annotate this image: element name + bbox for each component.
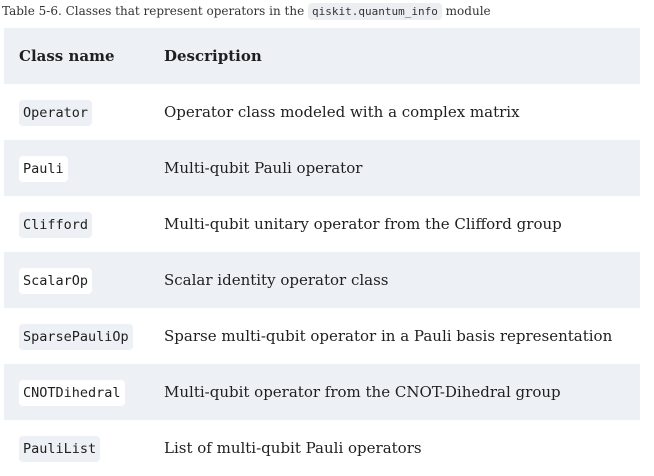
class-name: SparsePauliOp — [19, 324, 133, 350]
class-name-cell: ScalarOp — [4, 252, 164, 308]
table-row: PauliList List of multi-qubit Pauli opera… — [4, 420, 640, 476]
table-row: CNOTDihedral Multi-qubit operator from th… — [4, 364, 640, 420]
class-name: Operator — [19, 100, 93, 126]
caption-suffix: module — [441, 4, 491, 18]
caption-text: Table 5-6. Classes that represent operat… — [2, 4, 309, 18]
description-cell: Multi-qubit unitary operator from the Cl… — [164, 215, 562, 233]
class-name-cell: Pauli — [4, 140, 164, 196]
table-row: ScalarOp Scalar identity operator class — [4, 252, 640, 308]
table-row: SparsePauliOp Sparse multi-qubit operator… — [4, 308, 640, 364]
table-row: Clifford Multi-qubit unitary operator fro… — [4, 196, 640, 252]
table-row: Pauli Multi-qubit Pauli operator — [4, 140, 640, 196]
class-name-cell: Operator — [4, 84, 164, 140]
header-description: Description — [164, 47, 262, 65]
description-cell: Operator class modeled with a complex ma… — [164, 103, 520, 121]
class-name-cell: PauliList — [4, 420, 164, 476]
description-cell: Sparse multi-qubit operator in a Pauli b… — [164, 327, 613, 345]
table-header-row: Class name Description — [4, 28, 640, 84]
class-name-cell: CNOTDihedral — [4, 364, 164, 420]
operators-table: Class name Description Operator Operator … — [4, 28, 640, 476]
table-caption: Table 5-6. Classes that represent operat… — [2, 3, 491, 20]
class-name: CNOTDihedral — [19, 380, 125, 406]
table-row: Operator Operator class modeled with a co… — [4, 84, 640, 140]
class-name-cell: Clifford — [4, 196, 164, 252]
description-cell: Multi-qubit operator from the CNOT-Dihed… — [164, 383, 561, 401]
description-cell: Multi-qubit Pauli operator — [164, 159, 363, 177]
description-cell: List of multi-qubit Pauli operators — [164, 439, 422, 457]
description-cell: Scalar identity operator class — [164, 271, 389, 289]
class-name-cell: SparsePauliOp — [4, 308, 164, 364]
class-name: ScalarOp — [19, 268, 93, 294]
class-name: PauliList — [19, 436, 101, 462]
class-name: Pauli — [19, 156, 68, 182]
class-name: Clifford — [19, 212, 93, 238]
header-class-name: Class name — [19, 47, 115, 65]
module-name: qiskit.quantum_info — [308, 3, 442, 20]
